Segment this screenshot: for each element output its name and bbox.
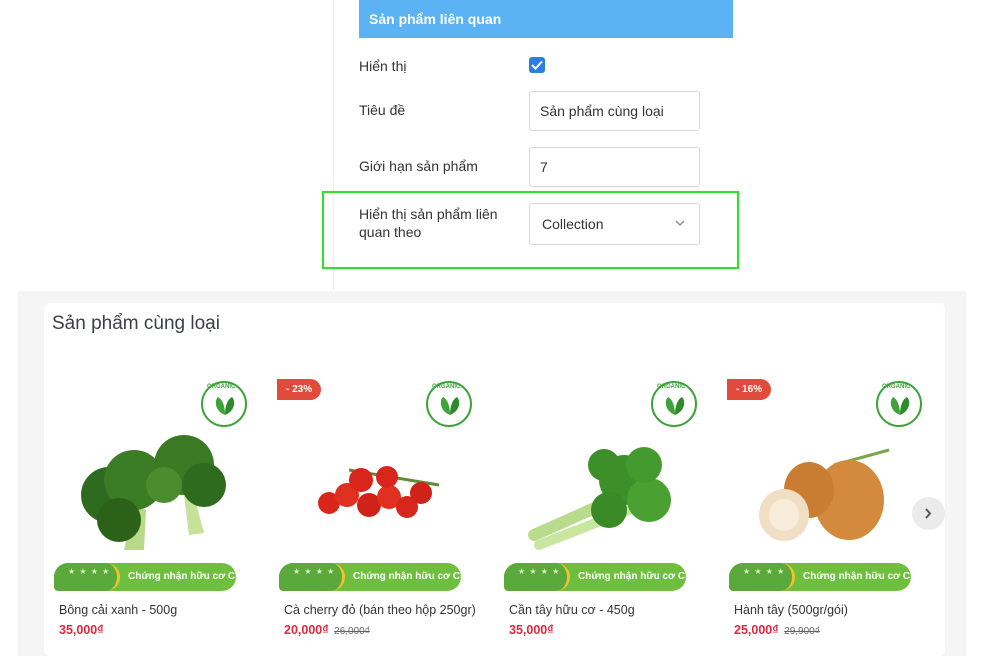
organic-badge-icon: ORGANIC — [651, 381, 697, 427]
organic-badge-text: ORGANIC — [432, 384, 461, 390]
broccoli-image — [81, 435, 226, 550]
organic-badge-icon: ORGANIC — [876, 381, 922, 427]
product-price: 25,000₫ 29,900₫ — [734, 623, 820, 637]
discount-badge: - 16% — [727, 379, 772, 400]
eu-leaf-icon: ★ ★ ★ ★ — [54, 563, 120, 591]
cert-text: Chứng nhận hữu cơ Châu Âu — [803, 571, 911, 582]
cert-text: Chứng nhận hữu cơ Châu Âu — [353, 571, 461, 582]
product-card[interactable]: ORGANIC ★ ★ ★ ★ Chứng nhận hữu cơ Châu Â… — [44, 373, 259, 656]
product-card[interactable]: - 16% ORGANIC ★ ★ ★ ★ Chứng nhận hữu cơ … — [719, 373, 934, 656]
checkmark-icon — [531, 60, 543, 70]
organic-badge-icon: ORGANIC — [426, 381, 472, 427]
limit-label: Giới hạn sản phẩm — [359, 158, 478, 174]
organic-badge-text: ORGANIC — [657, 384, 686, 390]
eu-organic-cert-banner: ★ ★ ★ ★ Chứng nhận hữu cơ Châu Âu — [729, 563, 911, 591]
celery-image — [528, 447, 671, 550]
show-checkbox[interactable] — [529, 57, 545, 73]
highlight-box — [322, 191, 739, 269]
limit-input[interactable]: 7 — [529, 147, 700, 187]
product-name[interactable]: Hành tây (500gr/gói) — [734, 603, 848, 617]
product-price: 35,000₫ — [59, 623, 104, 637]
product-old-price: 29,900₫ — [784, 626, 820, 637]
eu-leaf-icon: ★ ★ ★ ★ — [504, 563, 570, 591]
cert-text: Chứng nhận hữu cơ Châu Âu — [128, 571, 236, 582]
product-card[interactable]: - 23% ORGANIC ★ ★ ★ ★ Chứng nhận hữu cơ … — [269, 373, 484, 656]
organic-badge-icon: ORGANIC — [201, 381, 247, 427]
product-price: 20,000₫ 26,000₫ — [284, 623, 370, 637]
eu-organic-cert-banner: ★ ★ ★ ★ Chứng nhận hữu cơ Châu Âu — [54, 563, 236, 591]
leaves-icon — [440, 397, 460, 415]
settings-header: Sản phẩm liên quan — [359, 0, 733, 38]
product-price: 35,000₫ — [509, 623, 554, 637]
title-label: Tiêu đề — [359, 102, 406, 118]
product-name[interactable]: Bông cải xanh - 500g — [59, 603, 177, 617]
eu-organic-cert-banner: ★ ★ ★ ★ Chứng nhận hữu cơ Châu Âu — [504, 563, 686, 591]
title-input[interactable]: Sản phẩm cùng loại — [529, 91, 700, 131]
product-old-price: 26,000₫ — [334, 626, 370, 637]
related-products-card: Sản phẩm cùng loại ORGANIC ★ ★ ★ ★ Chứng… — [44, 303, 945, 656]
product-name[interactable]: Cần tây hữu cơ - 450g — [509, 603, 635, 617]
product-card[interactable]: ORGANIC ★ ★ ★ ★ Chứng nhận hữu cơ Châu Â… — [494, 373, 709, 656]
onion-image — [759, 448, 890, 541]
product-name[interactable]: Cà cherry đỏ (bán theo hộp 250gr) — [284, 603, 476, 617]
cherry-tomato-image — [318, 466, 440, 518]
organic-badge-text: ORGANIC — [882, 384, 911, 390]
carousel-next-button[interactable] — [912, 497, 945, 530]
leaves-icon — [215, 397, 235, 415]
chevron-right-icon — [925, 508, 932, 519]
organic-badge-text: ORGANIC — [207, 384, 236, 390]
discount-badge: - 23% — [277, 379, 322, 400]
cert-text: Chứng nhận hữu cơ Châu Âu — [578, 571, 686, 582]
eu-organic-cert-banner: ★ ★ ★ ★ Chứng nhận hữu cơ Châu Âu — [279, 563, 461, 591]
eu-leaf-icon: ★ ★ ★ ★ — [729, 563, 795, 591]
section-title: Sản phẩm cùng loại — [52, 313, 220, 334]
leaves-icon — [665, 397, 685, 415]
leaves-icon — [890, 397, 910, 415]
eu-leaf-icon: ★ ★ ★ ★ — [279, 563, 345, 591]
show-label: Hiển thị — [359, 58, 407, 74]
